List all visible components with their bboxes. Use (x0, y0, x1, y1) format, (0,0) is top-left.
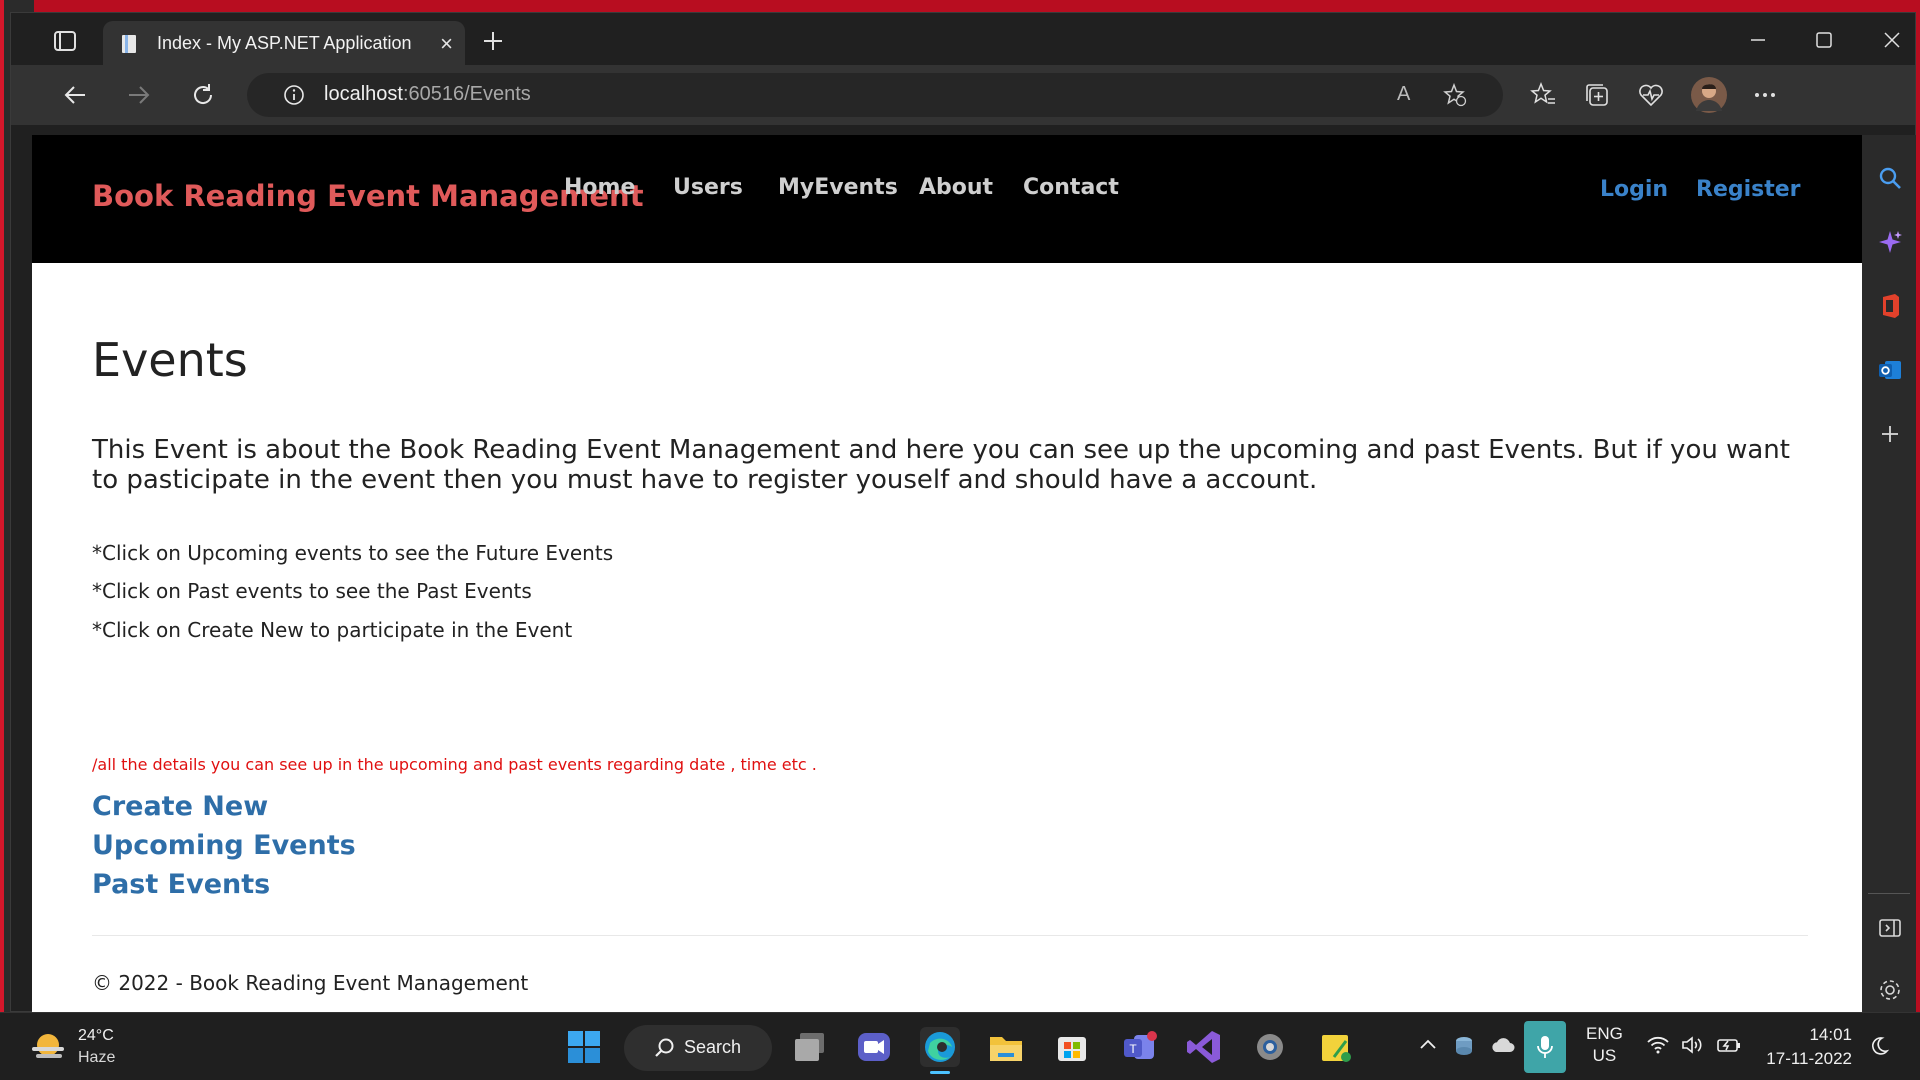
browser-window: Index - My ASP.NET Application × localho… (10, 12, 1916, 1013)
profile-avatar[interactable] (1691, 77, 1727, 113)
wifi-icon[interactable] (1646, 1035, 1670, 1060)
sidebar-settings-icon[interactable] (1877, 977, 1903, 1003)
address-bar[interactable]: localhost:60516/Events A (247, 73, 1503, 117)
sidebar-copilot-icon[interactable] (1877, 229, 1903, 255)
settings-taskbar-icon[interactable] (1250, 1027, 1290, 1067)
read-aloud-icon[interactable]: A (1397, 83, 1421, 107)
svg-text:T: T (1129, 1042, 1137, 1056)
microphone-icon[interactable] (1524, 1021, 1566, 1073)
site-brand-link[interactable]: Book Reading Event Management (92, 179, 644, 213)
page-favicon-icon (119, 33, 141, 55)
sidebar-office-icon[interactable] (1877, 293, 1903, 319)
favorites-icon[interactable] (1529, 81, 1557, 109)
task-view-icon[interactable] (790, 1027, 830, 1067)
weather-haze-icon (32, 1034, 64, 1058)
address-url: localhost:60516/Events (324, 83, 531, 106)
nav-register-link[interactable]: Register (1696, 177, 1801, 202)
hint-create: *Click on Create New to participate in t… (92, 618, 573, 642)
close-tab-icon[interactable]: × (440, 31, 453, 57)
url-path: :60516/Events (402, 83, 531, 105)
add-favorite-icon[interactable] (1443, 82, 1467, 107)
weather-condition: Haze (78, 1049, 116, 1066)
back-icon[interactable] (61, 81, 89, 109)
desktop-screen: M 90 Index - My ASP.NET Application × (0, 0, 1920, 1080)
url-host: localhost (324, 83, 403, 105)
file-explorer-icon[interactable] (986, 1027, 1026, 1067)
hint-upcoming: *Click on Upcoming events to see the Fut… (92, 541, 614, 565)
more-options-icon[interactable] (1751, 81, 1779, 109)
page-viewport: Book Reading Event Management Home Users… (32, 135, 1862, 1013)
close-window-icon[interactable] (1881, 29, 1903, 51)
clock-date: 17-11-2022 (1766, 1049, 1852, 1068)
nav-users-link[interactable]: Users (673, 175, 743, 200)
battery-icon[interactable] (1716, 1035, 1742, 1060)
browser-toolbar: localhost:60516/Events A (11, 65, 1915, 125)
taskbar-search[interactable]: Search (624, 1025, 772, 1071)
sidebar-outlook-icon[interactable] (1877, 357, 1903, 383)
edge-sidebar (1862, 135, 1916, 1013)
nav-myevents-link[interactable]: MyEvents (778, 175, 898, 200)
start-icon[interactable] (564, 1027, 604, 1067)
browser-tab-active[interactable]: Index - My ASP.NET Application × (103, 21, 465, 65)
browser-essentials-icon[interactable] (1637, 81, 1665, 109)
nav-home-link[interactable]: Home (564, 175, 635, 200)
taskbar: 24°C Haze Search T ENG US 14:01 17-11-20… (0, 1012, 1920, 1080)
language-region: US (1592, 1046, 1617, 1065)
taskbar-search-label: Search (684, 1037, 742, 1057)
edge-taskbar-icon[interactable] (920, 1027, 960, 1074)
onedrive-icon[interactable] (1490, 1035, 1516, 1060)
sidebar-divider (1868, 893, 1910, 894)
language-code: ENG (1586, 1024, 1623, 1043)
weather-temp: 24°C (78, 1027, 114, 1044)
site-info-icon[interactable] (283, 84, 305, 106)
page-footer: © 2022 - Book Reading Event Management (92, 971, 529, 995)
clock[interactable]: 14:01 17-11-2022 (1762, 1023, 1852, 1071)
tray-app-icon[interactable] (1452, 1033, 1476, 1062)
active-app-indicator (930, 1071, 950, 1074)
visual-studio-icon[interactable] (1184, 1027, 1224, 1067)
upcoming-events-link[interactable]: Upcoming Events (92, 830, 356, 861)
tab-title: Index - My ASP.NET Application (157, 33, 412, 53)
hint-past: *Click on Past events to see the Past Ev… (92, 579, 532, 603)
tab-actions-icon[interactable] (51, 27, 79, 55)
refresh-icon[interactable] (189, 81, 217, 109)
sidebar-add-icon[interactable] (1877, 421, 1903, 447)
sidebar-search-icon[interactable] (1877, 165, 1903, 191)
sticky-app-icon[interactable] (1316, 1027, 1356, 1067)
forward-icon[interactable] (125, 81, 153, 109)
teams-meet-icon[interactable] (854, 1027, 894, 1067)
nav-about-link[interactable]: About (919, 175, 993, 200)
minimize-icon[interactable] (1747, 29, 1769, 51)
volume-icon[interactable] (1680, 1035, 1704, 1060)
maximize-icon[interactable] (1813, 29, 1835, 51)
store-icon[interactable] (1052, 1027, 1092, 1067)
intro-paragraph: This Event is about the Book Reading Eve… (92, 435, 1790, 495)
teams-icon[interactable]: T (1120, 1027, 1160, 1067)
language-indicator[interactable]: ENG US (1586, 1023, 1623, 1067)
tab-bar: Index - My ASP.NET Application × (11, 13, 1915, 65)
tray-overflow-icon[interactable] (1418, 1035, 1438, 1060)
create-new-link[interactable]: Create New (92, 791, 268, 822)
nav-contact-link[interactable]: Contact (1023, 175, 1119, 200)
nav-login-link[interactable]: Login (1600, 177, 1668, 202)
taskbar-search-icon (655, 1038, 674, 1057)
past-events-link[interactable]: Past Events (92, 869, 270, 900)
notifications-icon[interactable] (1868, 1035, 1890, 1062)
clock-time: 14:01 (1809, 1025, 1852, 1044)
site-navbar: Book Reading Event Management Home Users… (32, 135, 1862, 263)
collections-icon[interactable] (1583, 81, 1611, 109)
footer-divider (92, 935, 1808, 936)
details-note: /all the details you can see up in the u… (92, 755, 817, 774)
page-title: Events (92, 333, 248, 387)
sidebar-hide-icon[interactable] (1877, 915, 1903, 941)
new-tab-icon[interactable] (481, 29, 505, 53)
